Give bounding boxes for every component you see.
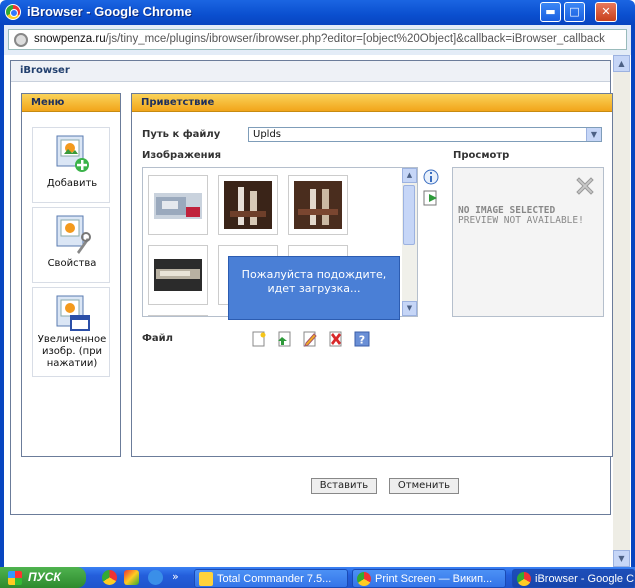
scroll-down-icon[interactable]: ▼	[613, 550, 630, 567]
chevron-right-icon[interactable]: »	[172, 570, 182, 585]
ibrowser-title: iBrowser	[20, 65, 70, 76]
chrome-icon	[5, 4, 21, 20]
scroll-down-icon[interactable]: ▼	[402, 301, 417, 316]
task-label: iBrowser - Google C...	[535, 573, 635, 585]
enlarge-image-icon	[56, 295, 90, 331]
task-label: Print Screen — Викип...	[375, 573, 493, 585]
properties-icon	[56, 215, 91, 254]
edit-icon[interactable]	[302, 331, 318, 347]
thumbnail-image	[294, 181, 342, 229]
ibrowser-header: iBrowser	[11, 61, 610, 82]
path-value: Uplds	[253, 129, 282, 140]
main-title: Приветствие	[141, 97, 215, 108]
start-label: пуск	[28, 570, 61, 584]
chrome-icon[interactable]	[102, 570, 117, 585]
task-label: Total Commander 7.5...	[217, 573, 332, 585]
maximize-button[interactable]: □	[564, 2, 585, 22]
menu-panel: Меню Добавить Свойства Увеличенное изобр…	[21, 93, 121, 457]
task-print-screen[interactable]: Print Screen — Викип...	[352, 569, 506, 588]
path-select[interactable]: Uplds ▼	[248, 127, 602, 142]
delete-icon[interactable]	[328, 331, 344, 347]
task-total-commander[interactable]: Total Commander 7.5...	[194, 569, 348, 588]
menu-item-add[interactable]: Добавить	[32, 127, 110, 203]
url-path: /js/tiny_mce/plugins/ibrowser/ibrowser.p…	[105, 33, 605, 45]
image-thumbnail[interactable]	[218, 175, 278, 235]
images-label: Изображения	[142, 150, 222, 161]
menu-item-label: Свойства	[47, 258, 97, 269]
internet-explorer-icon[interactable]	[148, 570, 163, 585]
address-bar: snowpenza.ru/js/tiny_mce/plugins/ibrowse…	[0, 25, 635, 55]
image-thumbnail[interactable]	[148, 245, 208, 305]
minimize-button[interactable]: ▬	[540, 2, 561, 22]
paint-icon[interactable]	[124, 570, 139, 585]
total-commander-icon	[199, 572, 213, 586]
new-file-icon[interactable]	[251, 331, 267, 347]
image-thumbnail[interactable]	[148, 315, 208, 316]
insert-button[interactable]: Вставить	[311, 478, 377, 494]
chrome-icon	[517, 572, 531, 586]
path-label: Путь к файлу	[142, 129, 221, 140]
start-button[interactable]: пуск	[0, 567, 86, 588]
images-scrollbar[interactable]: ▲ ▼	[402, 168, 417, 316]
chevron-down-icon[interactable]: ▼	[586, 128, 601, 141]
scroll-up-icon[interactable]: ▲	[402, 168, 417, 183]
preview-message: NO IMAGE SELECTED PREVIEW NOT AVAILABLE!	[458, 206, 603, 226]
taskbar: пуск » Total Commander 7.5... Print Scre…	[0, 567, 635, 588]
svg-text:?: ?	[359, 334, 365, 347]
windows-logo-icon	[8, 571, 22, 585]
cancel-button[interactable]: Отменить	[389, 478, 459, 494]
thumbnail-image	[154, 193, 202, 219]
loading-overlay: Пожалуйста подождите, идет загрузка...	[228, 256, 400, 320]
menu-header: Меню	[22, 94, 120, 112]
menu-title: Меню	[31, 97, 65, 108]
window-title-bar[interactable]: iBrowser - Google Chrome ▬ □ ✕	[0, 0, 635, 25]
add-image-icon	[56, 135, 89, 172]
no-image-icon	[576, 177, 594, 195]
scrollbar-thumb[interactable]	[403, 185, 415, 245]
menu-item-label: Увеличенное изобр. (при нажатии)	[37, 334, 107, 369]
window-title: iBrowser - Google Chrome	[27, 4, 192, 19]
info-icon[interactable]	[423, 169, 439, 185]
preview-area: NO IMAGE SELECTED PREVIEW NOT AVAILABLE!	[452, 167, 604, 317]
url-host: snowpenza.ru	[34, 33, 106, 45]
preview-message-line2: PREVIEW NOT AVAILABLE!	[458, 215, 584, 226]
menu-item-enlarge[interactable]: Увеличенное изобр. (при нажатии)	[32, 287, 110, 377]
image-thumbnail[interactable]	[148, 175, 208, 235]
task-ibrowser[interactable]: iBrowser - Google C...	[512, 569, 635, 588]
file-label: Файл	[142, 333, 173, 344]
thumbnail-image	[154, 259, 202, 291]
scroll-up-icon[interactable]: ▲	[613, 55, 630, 72]
close-button[interactable]: ✕	[595, 2, 617, 22]
menu-item-label: Добавить	[46, 178, 98, 189]
thumbnail-image	[224, 181, 272, 229]
image-thumbnail[interactable]	[288, 175, 348, 235]
url-text[interactable]: snowpenza.ru/js/tiny_mce/plugins/ibrowse…	[34, 33, 605, 45]
chrome-icon	[357, 572, 371, 586]
globe-icon	[14, 33, 28, 47]
page-scrollbar[interactable]: ▲ ▼	[613, 55, 630, 567]
menu-item-properties[interactable]: Свойства	[32, 207, 110, 283]
url-field[interactable]: snowpenza.ru/js/tiny_mce/plugins/ibrowse…	[8, 29, 627, 50]
main-header: Приветствие	[132, 94, 612, 112]
help-icon[interactable]: ?	[354, 331, 370, 347]
preview-label: Просмотр	[453, 150, 510, 161]
play-icon[interactable]	[423, 190, 439, 206]
move-file-icon[interactable]	[277, 331, 293, 347]
